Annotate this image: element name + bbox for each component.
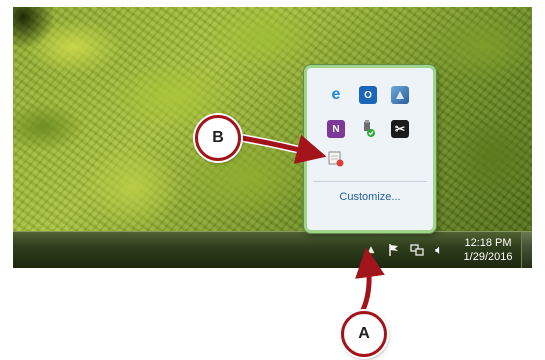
arrow-a <box>358 261 374 314</box>
show-hidden-icons-arrow-icon[interactable]: ▲ <box>365 232 377 268</box>
customize-link[interactable]: Customize... <box>307 191 433 203</box>
app-icon[interactable] <box>391 86 409 104</box>
volume-icon[interactable]: 🔈︎ <box>431 232 447 268</box>
onenote-icon[interactable]: N <box>327 120 345 138</box>
outlook-icon[interactable]: O <box>359 86 377 104</box>
usb-safely-remove-icon[interactable] <box>359 120 377 138</box>
popup-divider <box>313 181 427 182</box>
action-center-flag-icon[interactable] <box>386 232 402 268</box>
tray-icon-grid: e O N ✂ <box>321 86 417 176</box>
snipping-tool-icon[interactable]: ✂ <box>391 120 409 138</box>
ie-icon[interactable]: e <box>327 86 345 104</box>
system-clock[interactable]: 12:18 PM 1/29/2016 <box>458 232 518 268</box>
desktop-wallpaper <box>13 7 532 231</box>
callout-a: A <box>341 311 387 357</box>
notification-area-overflow-popup: e O N ✂ Customize... <box>304 65 436 233</box>
calendar-app-icon[interactable] <box>327 150 345 168</box>
callout-b: B <box>195 115 241 161</box>
network-icon[interactable] <box>409 232 425 268</box>
clock-time: 12:18 PM <box>464 237 512 249</box>
clock-date: 1/29/2016 <box>463 251 513 263</box>
show-desktop-button[interactable] <box>521 232 532 268</box>
wallpaper-shadow <box>13 7 53 47</box>
taskbar: ▲ 🔈︎ 12:18 PM 1/29/2016 <box>13 231 532 268</box>
